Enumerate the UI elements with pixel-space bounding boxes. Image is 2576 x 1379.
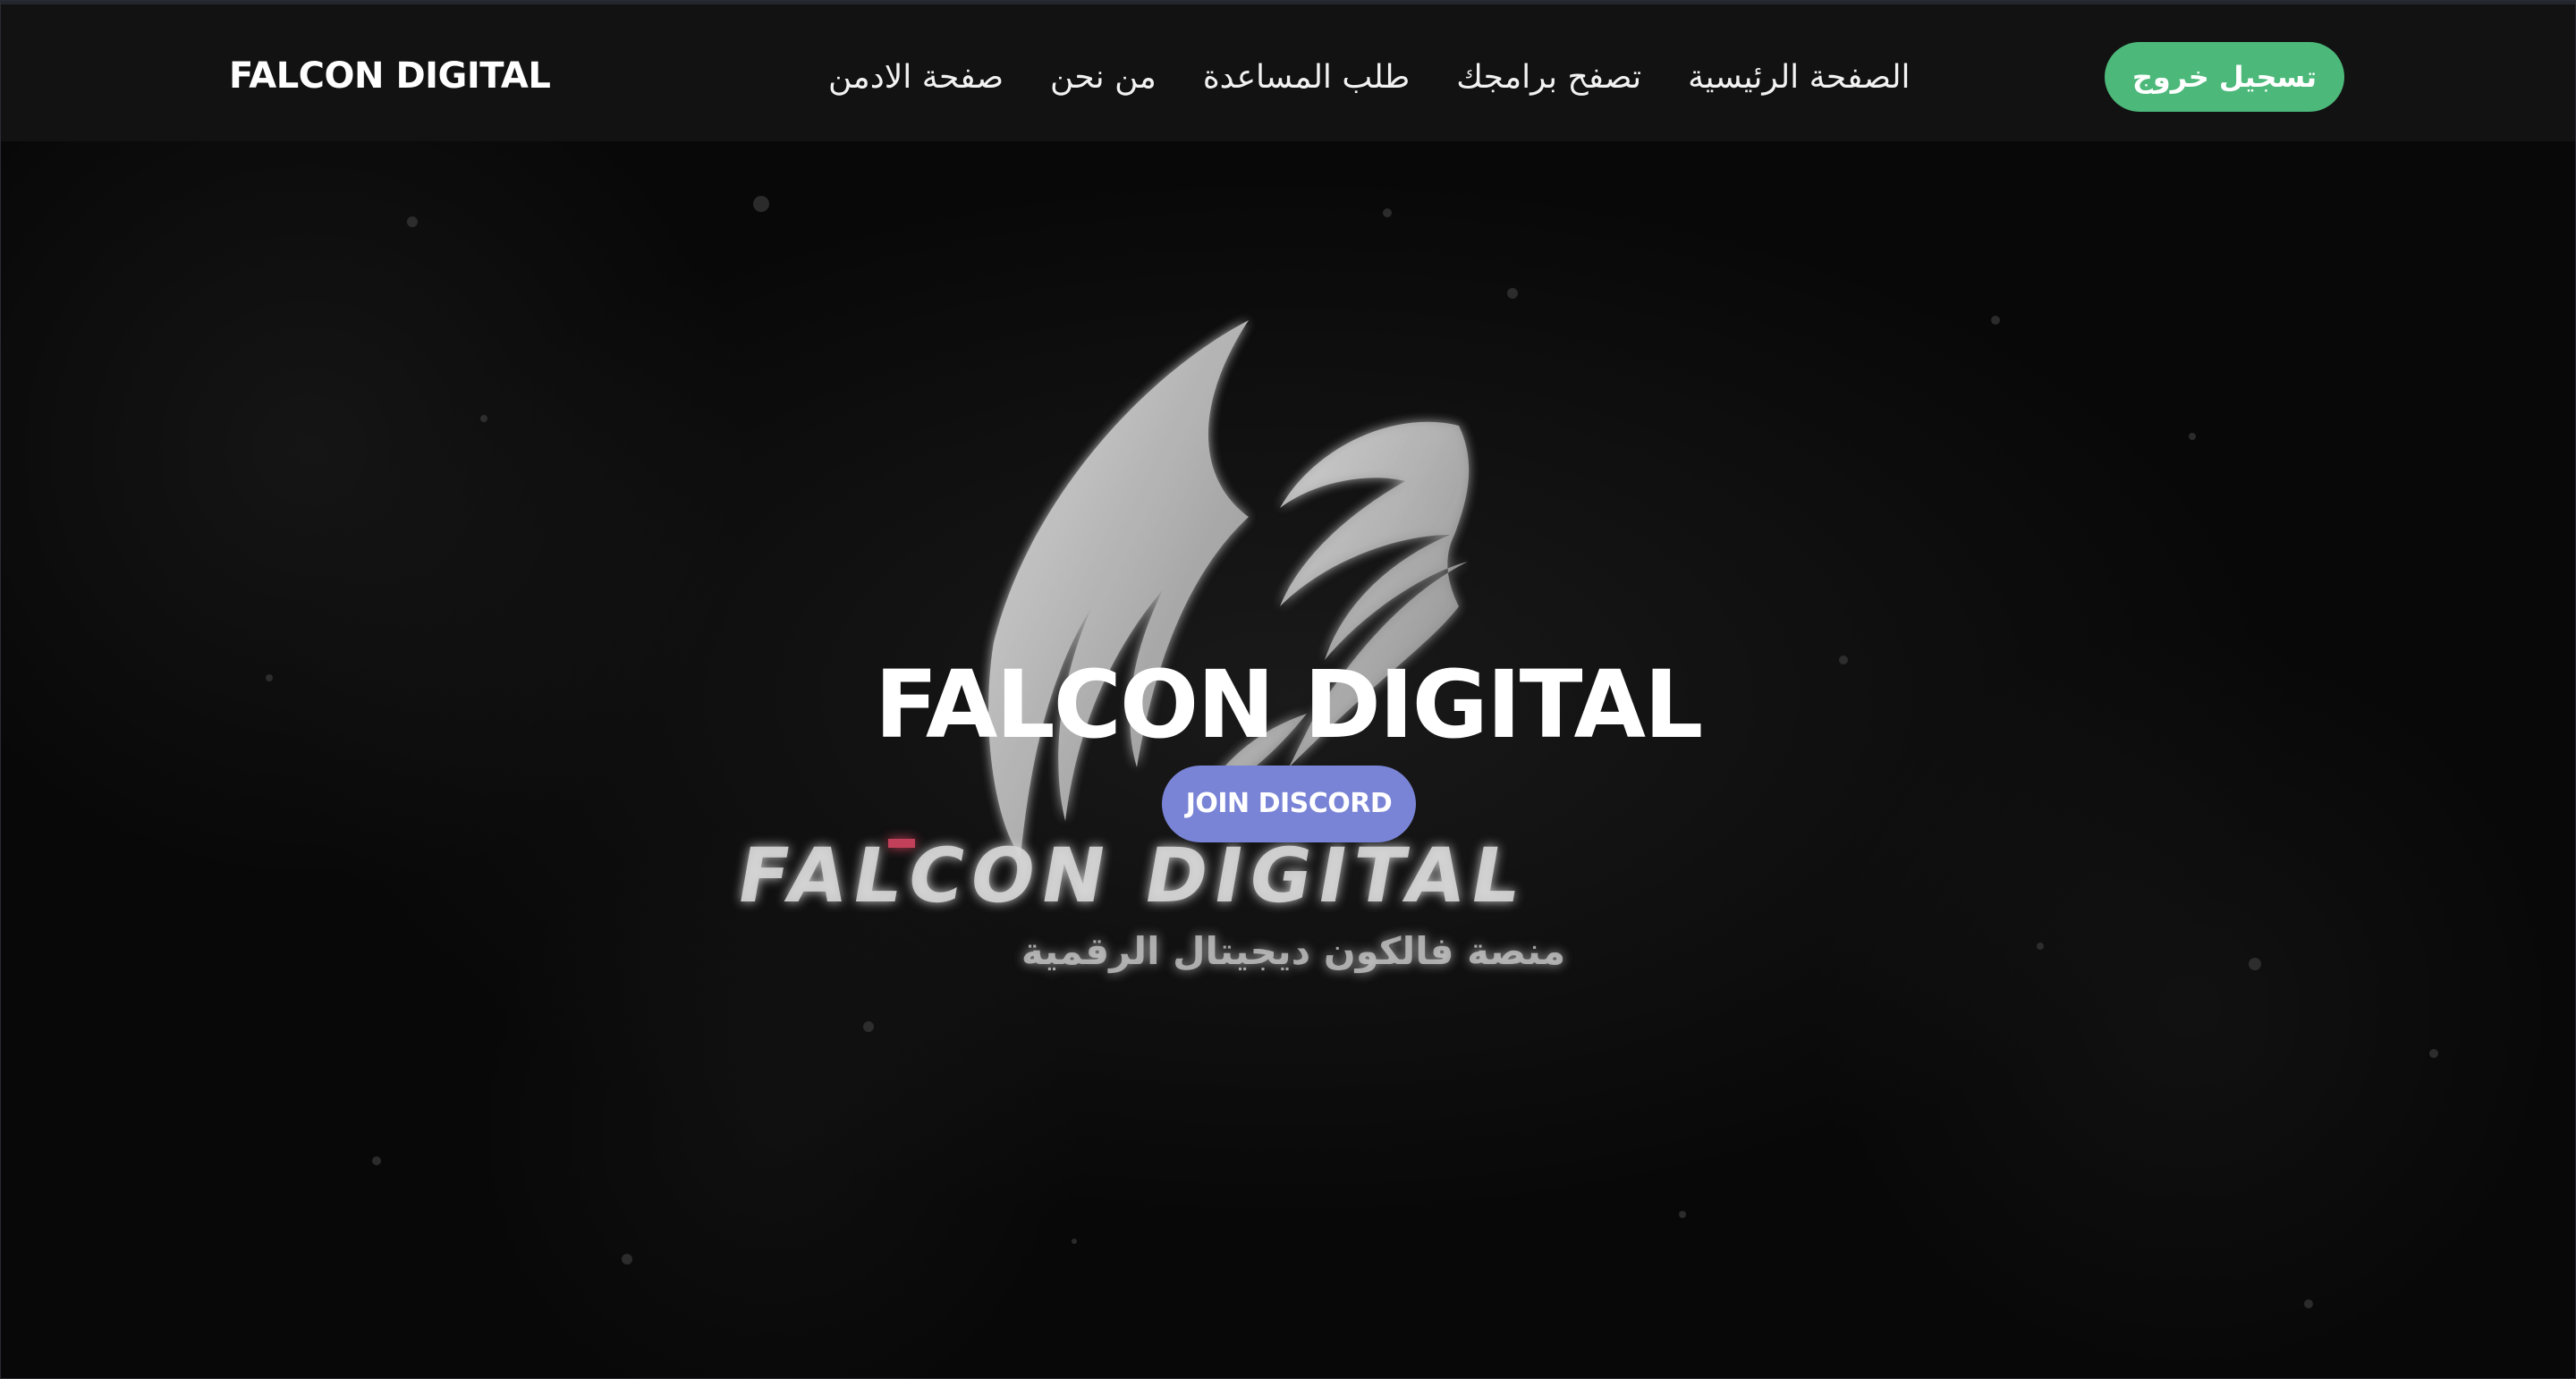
navbar: FALCON DIGITAL الصفحة الرئيسية تصفح برام… — [1, 1, 2575, 141]
nav-link-admin-page[interactable]: صفحة الادمن — [828, 56, 1004, 101]
falcon-logo-artwork: FALCON DIGITAL منصة فالكون ديجيتال الرقم… — [266, 196, 2438, 1308]
logo-wordmark: FALCON DIGITAL منصة فالكون ديجيتال الرقم… — [731, 832, 1565, 974]
brand-logo[interactable]: FALCON DIGITAL — [229, 55, 551, 97]
nav-link-home[interactable]: الصفحة الرئيسية — [1688, 56, 1910, 101]
app-window: FALCON DIGITAL الصفحة الرئيسية تصفح برام… — [0, 0, 2576, 1379]
join-discord-button[interactable]: JOIN DISCORD — [1162, 766, 1416, 842]
logout-button[interactable]: تسجيل خروج — [2105, 42, 2344, 112]
nav-link-browse-programs[interactable]: تصفح برامجك — [1456, 56, 1641, 101]
svg-text:منصة فالكون ديجيتال الرقمية: منصة فالكون ديجيتال الرقمية — [1021, 929, 1565, 974]
nav-link-help-request[interactable]: طلب المساعدة — [1203, 56, 1410, 101]
nav-links: الصفحة الرئيسية تصفح برامجك طلب المساعدة… — [828, 56, 1911, 101]
svg-text:FALCON DIGITAL: FALCON DIGITAL — [731, 832, 1535, 919]
nav-link-about-us[interactable]: من نحن — [1050, 56, 1157, 101]
hero-title: FALCON DIGITAL — [874, 650, 1704, 759]
hero-section: FALCON DIGITAL منصة فالكون ديجيتال الرقم… — [1, 141, 2575, 1378]
